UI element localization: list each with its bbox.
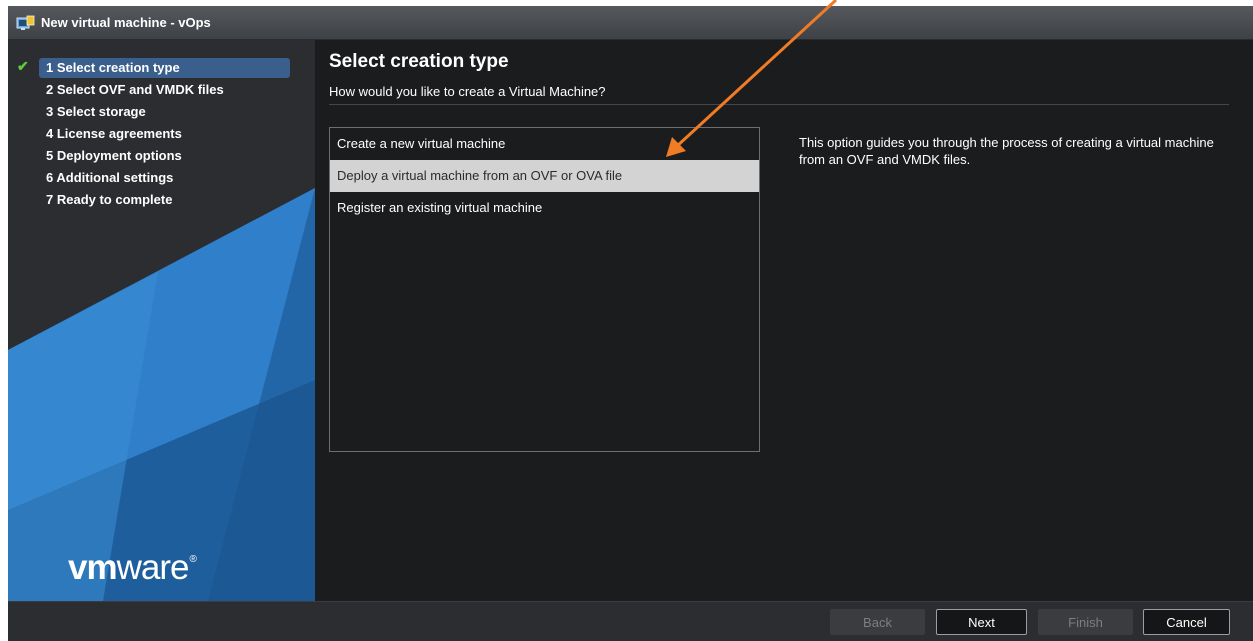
sidebar-step-6[interactable]: 6 Additional settings bbox=[39, 168, 290, 188]
title-bar[interactable]: New virtual machine - vOps bbox=[8, 6, 1253, 40]
option-description: This option guides you through the proce… bbox=[799, 135, 1214, 167]
wizard-window: New virtual machine - vOps ✔ 1 Select cr… bbox=[8, 6, 1253, 641]
next-button[interactable]: Next bbox=[936, 609, 1027, 635]
wizard-footer: Back Next Finish Cancel bbox=[8, 601, 1253, 641]
sidebar-step-5[interactable]: 5 Deployment options bbox=[39, 146, 290, 166]
finish-button[interactable]: Finish bbox=[1038, 609, 1133, 635]
page-subtitle: How would you like to create a Virtual M… bbox=[329, 84, 606, 99]
sidebar-step-2[interactable]: 2 Select OVF and VMDK files bbox=[39, 80, 290, 100]
vmware-logo: vmware® bbox=[68, 548, 197, 587]
divider bbox=[329, 104, 1229, 105]
sidebar-step-3[interactable]: 3 Select storage bbox=[39, 102, 290, 122]
page-title: Select creation type bbox=[329, 51, 509, 72]
option-create-new-vm[interactable]: Create a new virtual machine bbox=[330, 128, 759, 160]
main-content: Select creation type How would you like … bbox=[315, 40, 1253, 601]
option-deploy-ovf-ova[interactable]: Deploy a virtual machine from an OVF or … bbox=[330, 160, 759, 192]
sidebar-step-1[interactable]: 1 Select creation type bbox=[39, 58, 290, 78]
cancel-button[interactable]: Cancel bbox=[1143, 609, 1230, 635]
sidebar-step-7[interactable]: 7 Ready to complete bbox=[39, 190, 290, 210]
wizard-sidebar: ✔ 1 Select creation type 2 Select OVF and… bbox=[8, 40, 315, 601]
vm-wizard-icon bbox=[16, 15, 35, 30]
back-button[interactable]: Back bbox=[830, 609, 925, 635]
option-register-existing-vm[interactable]: Register an existing virtual machine bbox=[330, 192, 759, 224]
window-title: New virtual machine - vOps bbox=[41, 15, 211, 30]
checkmark-icon: ✔ bbox=[17, 58, 29, 74]
sidebar-step-4[interactable]: 4 License agreements bbox=[39, 124, 290, 144]
creation-type-list[interactable]: Create a new virtual machine Deploy a vi… bbox=[329, 127, 760, 452]
